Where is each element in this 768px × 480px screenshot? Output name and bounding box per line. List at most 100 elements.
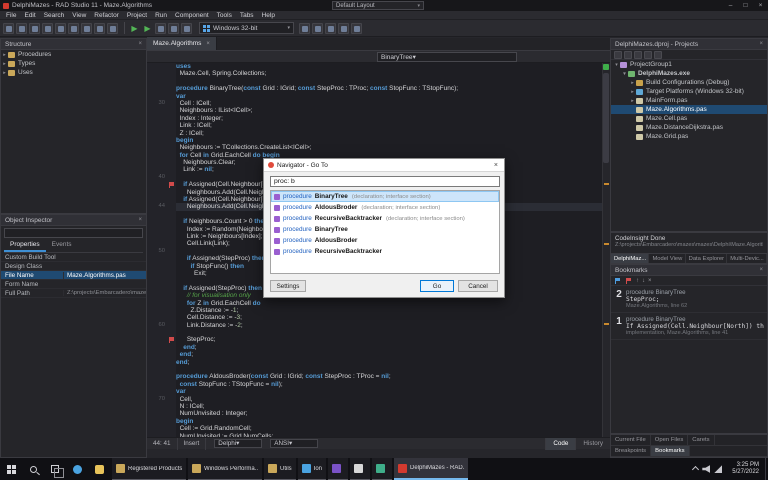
run-without-debugging-icon[interactable]: ▶ [142,23,153,34]
view-tab-code[interactable]: Code [545,438,575,450]
menu-run[interactable]: Run [151,11,171,20]
new-items-icon[interactable] [3,23,14,34]
start-button[interactable] [0,458,22,480]
settings-button[interactable]: Settings [270,280,306,292]
activate-icon[interactable] [634,51,642,59]
code-line[interactable]: end; [147,359,610,366]
task-view-button[interactable] [44,458,66,480]
project-tree-item[interactable]: ▸Target Platforms (Windows 32-bit) [611,87,767,96]
layout-save-icon[interactable] [351,23,362,34]
trace-into-icon[interactable] [168,23,179,34]
property-row[interactable]: Design Class [1,262,146,271]
project-tree-item[interactable]: Maze.Algorithms.pas [611,105,767,114]
expand-icon[interactable]: ▸ [1,61,8,67]
run-icon[interactable]: ▶ [129,23,140,34]
structure-item-types[interactable]: ▸Types [1,59,146,68]
taskbar-button-ion[interactable]: Ion [298,458,326,480]
property-row[interactable]: Full PathZ:\projects\Embarcadero\mazes\m… [1,289,146,298]
getit-icon[interactable] [338,23,349,34]
structure-item-procedures[interactable]: ▸Procedures [1,50,146,59]
close-icon[interactable]: × [138,217,142,223]
code-line[interactable]: 70 Cell, [147,396,610,403]
close-tab-icon[interactable]: × [206,41,210,47]
code-line[interactable]: var [147,93,610,100]
code-line[interactable]: Link : ICell; [147,122,610,129]
expand-icon[interactable]: ▾ [613,62,620,68]
taskbar-button-windowsperforma[interactable]: Windows Performa... [188,458,262,480]
code-line[interactable]: Index : Integer; [147,115,610,122]
project-tree-item[interactable]: Maze.Grid.pas [611,132,767,141]
navigator-result[interactable]: procedureRecursiveBacktracker(declaratio… [271,213,499,224]
dock-tab-multidevic[interactable]: Multi-Devic... [727,254,767,263]
code-line[interactable]: Maze.Cell, Spring.Collections; [147,70,610,77]
project-tree-item[interactable]: Maze.Cell.pas [611,114,767,123]
menu-edit[interactable]: Edit [20,11,39,20]
clear-bookmarks-icon[interactable]: × [648,278,652,284]
cancel-button[interactable]: Cancel [458,280,498,292]
new-item-icon[interactable] [614,51,622,59]
structure-item-uses[interactable]: ▸Uses [1,68,146,77]
menu-view[interactable]: View [68,11,90,20]
property-row[interactable]: Custom Build Tool [1,253,146,262]
code-line[interactable] [147,329,610,336]
editor-tab-maze-algorithms[interactable]: Maze.Algorithms × [147,37,217,50]
dock-tab-current-file[interactable]: Current File [611,435,651,445]
expand-icon[interactable]: ▸ [629,89,636,95]
code-line[interactable]: Z : ICell; [147,130,610,137]
project-tree-item[interactable]: ▸Build Configurations (Debug) [611,78,767,87]
code-line[interactable]: begin [147,418,610,425]
pause-icon[interactable] [155,23,166,34]
property-value[interactable]: Z:\projects\Embarcadero\mazes\mazes\ [63,290,146,296]
close-icon[interactable]: × [759,41,763,47]
component-selector-combo[interactable] [4,228,143,238]
speaker-icon[interactable] [702,465,710,473]
save-all-icon[interactable] [68,23,79,34]
code-line[interactable]: Z.Distance := -1; [147,307,610,314]
code-line[interactable]: N : ICell; [147,403,610,410]
view-tab-history[interactable]: History [575,438,610,450]
navigator-search-input[interactable]: proc: b [270,176,500,187]
code-line[interactable] [147,366,610,373]
code-line[interactable]: for Z in Grid.EachCell do [147,300,610,307]
step-over-icon[interactable] [181,23,192,34]
menu-tools[interactable]: Tools [213,11,236,20]
taskbar-button-delphimazesrad[interactable]: DelphiMazes - RAD... [394,458,468,480]
tray-expand-icon[interactable] [692,465,699,472]
inspector-tab-properties[interactable]: Properties [4,240,46,252]
ide-options-icon[interactable] [325,23,336,34]
go-button[interactable]: Go [420,280,454,292]
previous-bookmark-icon[interactable]: ↑ [636,278,639,284]
close-all-icon[interactable] [94,23,105,34]
next-bookmark-icon[interactable]: ↓ [642,278,645,284]
code-line[interactable]: const StopFunc : TStopFunc = nil); [147,381,610,388]
menu-tabs[interactable]: Tabs [236,11,258,20]
project-tree-item[interactable]: ▾DelphiMazes.exe [611,69,767,78]
close-icon[interactable] [81,23,92,34]
close-icon[interactable]: × [138,41,142,47]
taskbar-button-app2[interactable] [328,458,348,480]
code-line[interactable]: Neighbours := TCollections.CreateList<IC… [147,144,610,151]
code-line[interactable]: end; [147,344,610,351]
project-tree-item[interactable]: ▸MainForm.pas [611,96,767,105]
close-button[interactable]: × [753,0,768,11]
expand-icon[interactable]: ▸ [1,52,8,58]
expand-icon[interactable]: ▾ [621,71,628,77]
navigator-result[interactable]: procedureRecursiveBacktracker [271,246,499,257]
menu-project[interactable]: Project [123,11,151,20]
navigator-result[interactable]: procedureAldousBroder [271,235,499,246]
install-packages-icon[interactable] [312,23,323,34]
dock-tab-open-files[interactable]: Open Files [651,435,688,445]
open-project-icon[interactable] [29,23,40,34]
code-line[interactable]: procedure AldousBroder(const Grid : IGri… [147,373,610,380]
property-row[interactable]: Form Name [1,280,146,289]
navigator-result[interactable]: procedureAldousBroder(declaration; inter… [271,202,499,213]
project-tree-item[interactable]: Maze.DistanceDijkstra.pas [611,123,767,132]
dock-tab-delphimaz[interactable]: DelphiMaz... [611,254,649,263]
bookmark-entry[interactable]: 1procedure BinaryTreeIf Assigned(Cell.Ne… [611,313,767,340]
code-line[interactable]: 30 Cell : ICell; [147,100,610,107]
save-as-icon[interactable] [55,23,66,34]
project-tree-item[interactable]: ▾ProjectGroup1 [611,60,767,69]
close-icon[interactable]: × [759,267,763,273]
navigator-result[interactable]: procedureBinaryTree [271,224,499,235]
taskbar-button-registeredproducts[interactable]: Registered Products... [112,458,186,480]
